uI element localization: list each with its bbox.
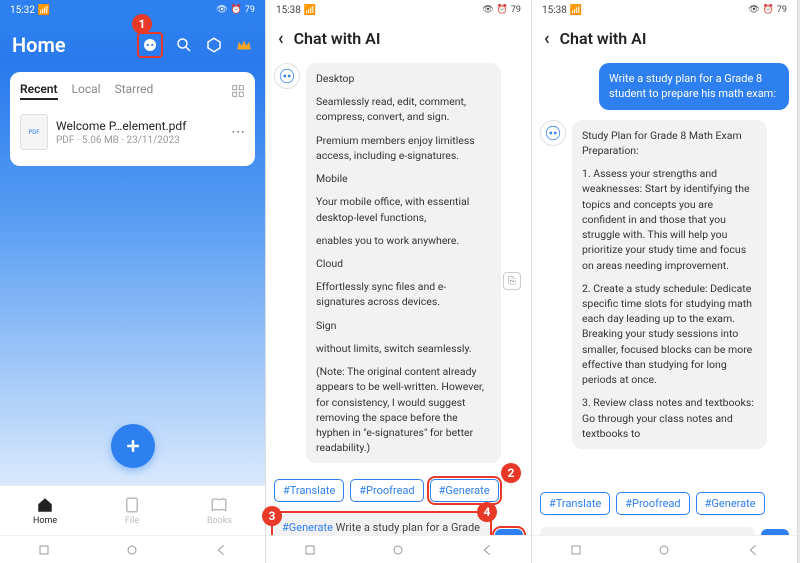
copy-icon[interactable]: ⎘ [503, 272, 521, 290]
file-meta: PDF · 5.06 MB · 23/11/2023 [56, 135, 223, 146]
status-bar: 15:38📶 👁⏰79 [266, 0, 531, 20]
status-time: 15:38 [542, 5, 567, 16]
sys-back-icon[interactable] [213, 542, 229, 558]
battery: 79 [245, 5, 255, 15]
books-icon [210, 496, 228, 514]
crown-icon[interactable] [235, 36, 253, 54]
ai-avatar-icon [540, 120, 566, 146]
nav-file-label: File [125, 516, 139, 526]
status-bar: 15:32📶 👁⏰79 [0, 0, 265, 20]
status-time: 15:38 [276, 5, 301, 16]
grid-view-icon[interactable] [231, 84, 245, 98]
chat-header: ‹ Chat with AI [266, 20, 531, 57]
sys-back-icon[interactable] [479, 542, 495, 558]
phone-chat-input: 15:38📶 👁⏰79 ‹ Chat with AI Desktop Seaml… [266, 0, 532, 563]
back-icon[interactable]: ‹ [278, 28, 284, 49]
system-nav [532, 535, 797, 563]
battery: 79 [777, 5, 787, 15]
page-title: Home [12, 33, 66, 57]
status-bar: 15:38📶 👁⏰79 [532, 0, 797, 20]
tab-local[interactable]: Local [72, 82, 101, 100]
tab-recent[interactable]: Recent [20, 82, 58, 100]
nav-home-label: Home [33, 516, 57, 526]
chip-proofread[interactable]: #Proofread [616, 492, 689, 515]
phone-home: 15:32📶 👁⏰79 Home 1 Recent Local Starr [0, 0, 266, 563]
file-card: Recent Local Starred PDF Welcome P…eleme… [10, 72, 255, 166]
home-header: Home 1 [0, 20, 265, 64]
file-icon [123, 496, 141, 514]
ai-message: Desktop Seamlessly read, edit, comment, … [306, 63, 501, 463]
chip-generate[interactable]: #Generate [696, 492, 765, 515]
input-tag: #Generate [282, 521, 333, 534]
sys-home-icon[interactable] [390, 542, 406, 558]
chip-translate[interactable]: #Translate [274, 479, 344, 502]
file-name: Welcome P…element.pdf [56, 119, 223, 133]
tab-starred[interactable]: Starred [115, 82, 154, 100]
ai-message: Study Plan for Grade 8 Math Exam Prepara… [572, 120, 767, 449]
home-icon [36, 496, 54, 514]
system-nav [0, 535, 265, 563]
file-more-icon[interactable]: ⋯ [231, 124, 245, 140]
ai-avatar-icon [274, 63, 300, 89]
status-time: 15:32 [10, 5, 35, 16]
callout-badge-2: 2 [501, 463, 521, 483]
ai-robot-button[interactable] [137, 32, 163, 58]
callout-badge-1: 1 [132, 14, 152, 34]
nav-books-label: Books [207, 516, 232, 526]
sys-recent-icon[interactable] [568, 542, 584, 558]
chat-title: Chat with AI [294, 29, 381, 48]
suggestion-row: #Translate #Proofread #Generate [532, 486, 797, 521]
chat-body: Write a study plan for a Grade 8 student… [532, 57, 797, 486]
chat-header: ‹ Chat with AI [532, 20, 797, 57]
chip-translate[interactable]: #Translate [540, 492, 610, 515]
user-message: Write a study plan for a Grade 8 student… [599, 63, 789, 110]
plus-icon [123, 436, 143, 456]
battery: 79 [511, 5, 521, 15]
phone-chat-response: 15:38📶 👁⏰79 ‹ Chat with AI Write a study… [532, 0, 798, 563]
chat-title: Chat with AI [560, 29, 647, 48]
bottom-nav: Home File Books [0, 485, 265, 535]
nav-home[interactable]: Home [33, 496, 57, 526]
sys-back-icon[interactable] [745, 542, 761, 558]
file-tabs: Recent Local Starred [20, 82, 153, 100]
sys-home-icon[interactable] [124, 542, 140, 558]
system-nav [266, 535, 531, 563]
sys-recent-icon[interactable] [36, 542, 52, 558]
nav-books[interactable]: Books [207, 496, 232, 526]
search-icon[interactable] [175, 36, 193, 54]
pdf-thumb-icon: PDF [20, 114, 48, 150]
sys-home-icon[interactable] [656, 542, 672, 558]
robot-icon [141, 36, 159, 54]
chat-body: Desktop Seamlessly read, edit, comment, … [266, 57, 531, 473]
nav-file[interactable]: File [123, 496, 141, 526]
settings-icon[interactable] [205, 36, 223, 54]
file-item[interactable]: PDF Welcome P…element.pdf PDF · 5.06 MB … [20, 108, 245, 156]
chip-generate[interactable]: #Generate [430, 479, 499, 502]
chip-proofread[interactable]: #Proofread [350, 479, 423, 502]
back-icon[interactable]: ‹ [544, 28, 550, 49]
fab-add-button[interactable] [111, 424, 155, 468]
sys-recent-icon[interactable] [302, 542, 318, 558]
callout-badge-4: 4 [477, 502, 497, 522]
